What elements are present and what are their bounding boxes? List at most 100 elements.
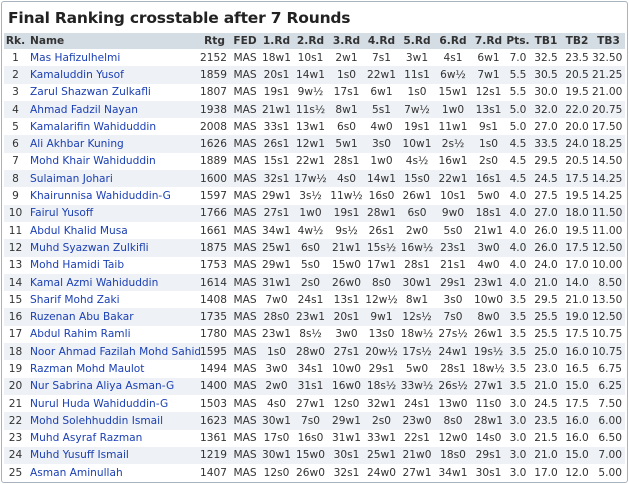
player-name-link[interactable]: Abdul Khalid Musa [30,225,128,237]
federation-cell: MAS [229,360,261,378]
points-cell: 3.5 [506,325,530,344]
rating-cell: 1494 [200,360,229,378]
player-name-link[interactable]: Mohd Hamidi Taib [30,259,124,271]
round-1-cell: 4s0 [261,394,292,413]
round-6-cell: 12w0 [435,429,471,447]
player-name-link[interactable]: Kamalarifin Wahiduddin [30,121,156,133]
player-name-link[interactable]: Muhd Yusuff Ismail [30,449,129,461]
round-7-cell: 28w1 [471,412,506,430]
column-header-round-5: 5.Rd [399,33,435,49]
round-7-cell: 5w0 [471,187,506,205]
round-4-cell: 6w1 [364,83,399,101]
player-name-link[interactable]: Fairul Yusoff [30,207,93,219]
federation-cell: MAS [229,308,261,326]
player-name-link[interactable]: Mas Hafizulhelmi [30,52,120,64]
round-1-cell: 21w1 [261,100,292,119]
rating-cell: 1597 [200,187,229,205]
round-6-cell: 13w0 [435,394,471,413]
table-row: 20 Nur Sabrina Aliya Asman-G 1400 MAS 2w0 31s… [4,377,625,395]
rating-cell: 2008 [200,118,229,136]
table-row: 7 Mohd Khair Wahiduddin 1889 MAS 15s1 22w1 28s… [4,152,625,171]
player-name-cell: Nurul Huda Wahiduddin-G [27,394,200,413]
tb1-cell: 33.5 [530,135,562,153]
federation-cell: MAS [229,118,261,136]
player-name-link[interactable]: Nur Sabrina Aliya Asman-G [30,380,174,392]
rank-cell: 8 [4,170,27,188]
round-3-cell: 19s1 [329,204,364,222]
player-name-link[interactable]: Muhd Syazwan Zulkifli [30,242,149,254]
tb1-cell: 30.5 [530,66,562,84]
player-name-link[interactable]: Noor Ahmad Fazilah Mohd Sahid [30,346,200,358]
tb3-cell: 6.00 [592,412,625,430]
round-1-cell: 29w1 [261,256,292,274]
player-name-link[interactable]: Sulaiman Johari [30,173,113,185]
player-name-link[interactable]: Mohd Khair Wahiduddin [30,155,156,167]
tb3-cell: 10.75 [592,325,625,344]
rank-cell: 13 [4,256,27,274]
player-name-link[interactable]: Ahmad Fadzil Nayan [30,104,138,116]
rating-cell: 1753 [200,256,229,274]
player-name-link[interactable]: Khairunnisa Wahiduddin-G [30,190,171,202]
tb2-cell: 23.5 [562,49,592,67]
round-4-cell: 17w1 [364,256,399,274]
tb1-cell: 27.0 [530,204,562,222]
round-1-cell: 27s1 [261,204,292,222]
tb2-cell: 18.0 [562,204,592,222]
round-5-cell: 21w0 [399,446,435,465]
round-5-cell: 33w½ [399,377,435,395]
round-4-cell: 25w1 [364,446,399,465]
round-1-cell: 33s1 [261,118,292,136]
rating-cell: 1661 [200,221,229,240]
round-6-cell: 26s½ [435,377,471,395]
points-cell: 5.0 [506,100,530,119]
table-row: 21 Nurul Huda Wahiduddin-G 1503 MAS 4s0 27w1 1… [4,394,625,413]
player-name-link[interactable]: Kamal Azmi Wahiduddin [30,277,158,289]
player-name-link[interactable]: Mohd Solehhuddin Ismail [30,415,163,427]
table-row: 6 Ali Akhbar Kuning 1626 MAS 26s1 12w1 5w1 3s0 1… [4,135,625,153]
player-name-link[interactable]: Muhd Asyraf Razman [30,432,142,444]
player-name-link[interactable]: Ali Akhbar Kuning [30,138,124,150]
player-name-link[interactable]: Zarul Shazwan Zulkafli [30,86,151,98]
rank-cell: 5 [4,118,27,136]
player-name-link[interactable]: Razman Mohd Maulot [30,363,144,375]
points-cell: 3.5 [506,343,530,361]
tb2-cell: 19.5 [562,221,592,240]
round-3-cell: 31w1 [329,429,364,447]
player-name-cell: Asman Aminullah [27,464,200,482]
player-name-cell: Mohd Hamidi Taib [27,256,200,274]
tb2-cell: 16.0 [562,412,592,430]
round-1-cell: 2w0 [261,377,292,395]
player-name-cell: Ahmad Fadzil Nayan [27,100,200,119]
player-name-link[interactable]: Nurul Huda Wahiduddin-G [30,398,168,410]
tb2-cell: 20.5 [562,152,592,171]
table-row: 16 Ruzenan Abu Bakar 1735 MAS 28s0 23w1 20s1 9w… [4,308,625,326]
round-6-cell: 23s1 [435,239,471,257]
player-name-cell: Fairul Yusoff [27,204,200,222]
round-5-cell: 18w½ [399,325,435,344]
player-name-link[interactable]: Abdul Rahim Ramli [30,328,131,340]
tb1-cell: 26.0 [530,239,562,257]
federation-cell: MAS [229,256,261,274]
points-cell: 3.5 [506,308,530,326]
tb1-cell: 27.5 [530,187,562,205]
tb3-cell: 21.25 [592,66,625,84]
round-7-cell: 11s0 [471,394,506,413]
round-4-cell: 32w1 [364,394,399,413]
federation-cell: MAS [229,152,261,171]
round-3-cell: 17s1 [329,83,364,101]
player-name-link[interactable]: Sharif Mohd Zaki [30,294,120,306]
rating-cell: 1889 [200,152,229,171]
player-name-link[interactable]: Kamaluddin Yusof [30,69,124,81]
round-2-cell: 26w0 [292,464,329,482]
points-cell: 5.5 [506,83,530,101]
tb2-cell: 19.5 [562,187,592,205]
tb1-cell: 17.0 [530,464,562,482]
player-name-link[interactable]: Ruzenan Abu Bakar [30,311,134,323]
round-3-cell: 11w½ [329,187,364,205]
round-4-cell: 18s½ [364,377,399,395]
rank-cell: 18 [4,343,27,361]
player-name-link[interactable]: Asman Aminullah [30,467,123,479]
round-1-cell: 32s1 [261,170,292,188]
tb3-cell: 6.75 [592,360,625,378]
rank-cell: 21 [4,394,27,413]
